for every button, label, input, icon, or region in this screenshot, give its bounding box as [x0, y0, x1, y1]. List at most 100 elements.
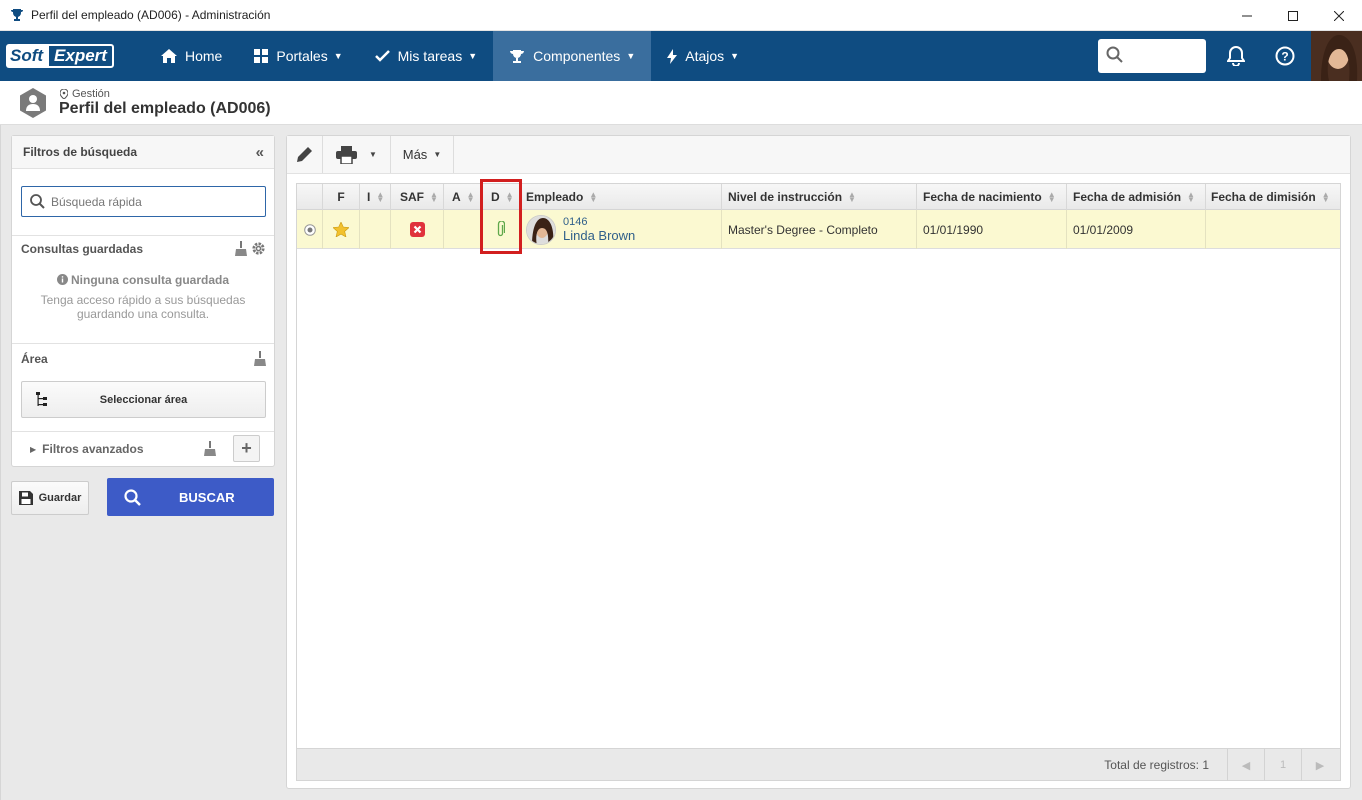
favorite-star-icon[interactable]	[323, 210, 360, 249]
table-row[interactable]: 0146 Linda Brown Master's Degree - Compl…	[297, 210, 1340, 249]
logo-soft: Soft	[6, 44, 48, 68]
collapse-panel-icon[interactable]: «	[256, 144, 264, 161]
employee-cell[interactable]: 0146 Linda Brown	[521, 210, 722, 249]
help-icon[interactable]: ?	[1273, 44, 1297, 68]
divider	[12, 343, 274, 344]
broom-icon[interactable]	[235, 241, 247, 259]
nav-atajos[interactable]: Atajos ▼	[651, 31, 755, 81]
select-column-header	[297, 184, 323, 210]
sort-icon: ▲ ▼	[1321, 190, 1330, 204]
nav-portales[interactable]: Portales ▼	[238, 31, 358, 81]
column-label: I	[367, 190, 371, 204]
edit-button[interactable]	[287, 136, 323, 173]
nav-home[interactable]: Home	[145, 31, 238, 81]
close-window-button[interactable]	[1316, 0, 1362, 31]
admission-date-cell: 01/01/2009	[1067, 210, 1206, 249]
nav-componentes-label: Componentes	[533, 48, 621, 64]
column-label: Fecha de dimisión	[1211, 190, 1316, 204]
pencil-icon	[296, 146, 313, 163]
column-label: Empleado	[526, 190, 584, 204]
softexpert-logo[interactable]: Soft Expert	[6, 43, 131, 69]
user-avatar[interactable]	[1311, 31, 1362, 81]
maximize-button[interactable]	[1270, 0, 1316, 31]
saved-queries-header: Consultas guardadas	[12, 236, 274, 262]
quick-search-input[interactable]	[51, 194, 251, 209]
page-title: Perfil del empleado (AD006)	[59, 100, 271, 117]
column-header-i[interactable]: I ▲ ▼	[360, 184, 391, 210]
page-number[interactable]: 1	[1264, 749, 1301, 781]
window-titlebar: Perfil del empleado (AD006) - Administra…	[0, 0, 1362, 31]
search-icon	[30, 194, 45, 209]
window-title: Perfil del empleado (AD006) - Administra…	[31, 8, 271, 22]
chevron-down-icon: ▼	[730, 51, 740, 61]
advanced-filters-label: Filtros avanzados	[42, 442, 144, 456]
location-pin-icon	[60, 89, 68, 99]
sort-icon: ▲ ▼	[505, 190, 514, 204]
column-label: A	[452, 190, 461, 204]
select-area-button[interactable]: Seleccionar área	[21, 381, 266, 418]
column-header-saf[interactable]: SAF ▲ ▼	[391, 184, 444, 210]
notifications-bell-icon[interactable]	[1224, 44, 1248, 68]
save-query-button[interactable]: Guardar	[11, 481, 89, 515]
column-header-nivel[interactable]: Nivel de instrucción ▲ ▼	[722, 184, 917, 210]
gear-icon[interactable]	[251, 241, 266, 259]
advanced-filters-toggle[interactable]: ▶ Filtros avanzados +	[12, 432, 274, 466]
grid-header: F I ▲ ▼ SAF ▲ ▼ A ▲ ▼ D ▲ ▼ Empleado ▲ ▼ Nivel de …	[297, 184, 1340, 210]
previous-page-button[interactable]: ◀	[1227, 749, 1264, 781]
breadcrumb[interactable]: Gestión	[60, 88, 110, 100]
trophy-icon	[9, 7, 25, 23]
column-header-dimision[interactable]: Fecha de dimisión ▲ ▼	[1206, 184, 1340, 210]
column-header-nacimiento[interactable]: Fecha de nacimiento ▲ ▼	[917, 184, 1067, 210]
row-select-radio[interactable]	[297, 210, 323, 249]
floppy-disk-icon	[18, 491, 33, 505]
bolt-icon	[667, 48, 678, 64]
more-button[interactable]: Más ▼	[391, 136, 454, 173]
saved-queries-title: Consultas guardadas	[21, 242, 144, 256]
broom-icon[interactable]	[254, 351, 266, 369]
employee-grid: F I ▲ ▼ SAF ▲ ▼ A ▲ ▼ D ▲ ▼ Empleado ▲ ▼ Nivel de …	[296, 183, 1341, 781]
column-header-empleado[interactable]: Empleado ▲ ▼	[521, 184, 722, 210]
chevron-down-icon: ▼	[433, 150, 442, 159]
column-header-d[interactable]: D ▲ ▼	[481, 184, 521, 210]
logo-expert: Expert	[47, 44, 114, 68]
chevron-right-icon: ▶	[30, 444, 37, 454]
breadcrumb-parent[interactable]: Gestión	[72, 88, 110, 100]
nav-componentes[interactable]: Componentes ▼	[493, 31, 652, 81]
check-icon	[374, 50, 390, 62]
column-header-f[interactable]: F	[323, 184, 360, 210]
quick-search-field[interactable]	[21, 186, 266, 217]
save-label: Guardar	[38, 492, 82, 504]
home-icon	[161, 49, 177, 63]
results-panel: ▼ Más ▼ F I ▲ ▼ SAF ▲ ▼ A ▲ ▼ D ▲ ▼ Empleado ▲ ▼ N…	[286, 135, 1351, 789]
print-button[interactable]: ▼	[323, 136, 391, 173]
next-page-button[interactable]: ▶	[1301, 749, 1338, 781]
search-button[interactable]: BUSCAR	[107, 478, 274, 516]
filters-title: Filtros de búsqueda	[23, 145, 138, 159]
add-filter-button[interactable]: +	[233, 435, 260, 462]
minimize-button[interactable]	[1224, 0, 1270, 31]
sort-icon: ▲ ▼	[848, 190, 856, 204]
sort-icon: ▲ ▼	[466, 190, 475, 204]
column-label: SAF	[400, 190, 424, 204]
column-label: Fecha de admisión	[1073, 190, 1182, 204]
grid-toolbar: ▼ Más ▼	[287, 136, 1350, 174]
nav-mis-tareas[interactable]: Mis tareas ▼	[359, 31, 494, 81]
broom-icon[interactable]	[204, 441, 216, 459]
search-icon	[1106, 46, 1123, 66]
nav-portales-label: Portales	[276, 48, 328, 64]
nav-home-label: Home	[185, 48, 223, 64]
employee-avatar	[526, 214, 556, 245]
column-header-admision[interactable]: Fecha de admisión ▲ ▼	[1067, 184, 1206, 210]
column-header-a[interactable]: A ▲ ▼	[444, 184, 481, 210]
sort-icon: ▲ ▼	[1047, 190, 1056, 204]
column-label: D	[491, 190, 500, 204]
global-search-input[interactable]	[1098, 39, 1206, 73]
tree-structure-icon	[36, 392, 48, 411]
employee-name[interactable]: Linda Brown	[563, 228, 635, 243]
info-icon	[56, 274, 68, 285]
page-header: Gestión Perfil del empleado (AD006)	[0, 81, 1362, 125]
filters-header: Filtros de búsqueda «	[12, 136, 274, 169]
attachment-paperclip-icon[interactable]	[481, 210, 521, 249]
sort-icon: ▲ ▼	[589, 190, 598, 204]
svg-text:?: ?	[1281, 50, 1288, 64]
